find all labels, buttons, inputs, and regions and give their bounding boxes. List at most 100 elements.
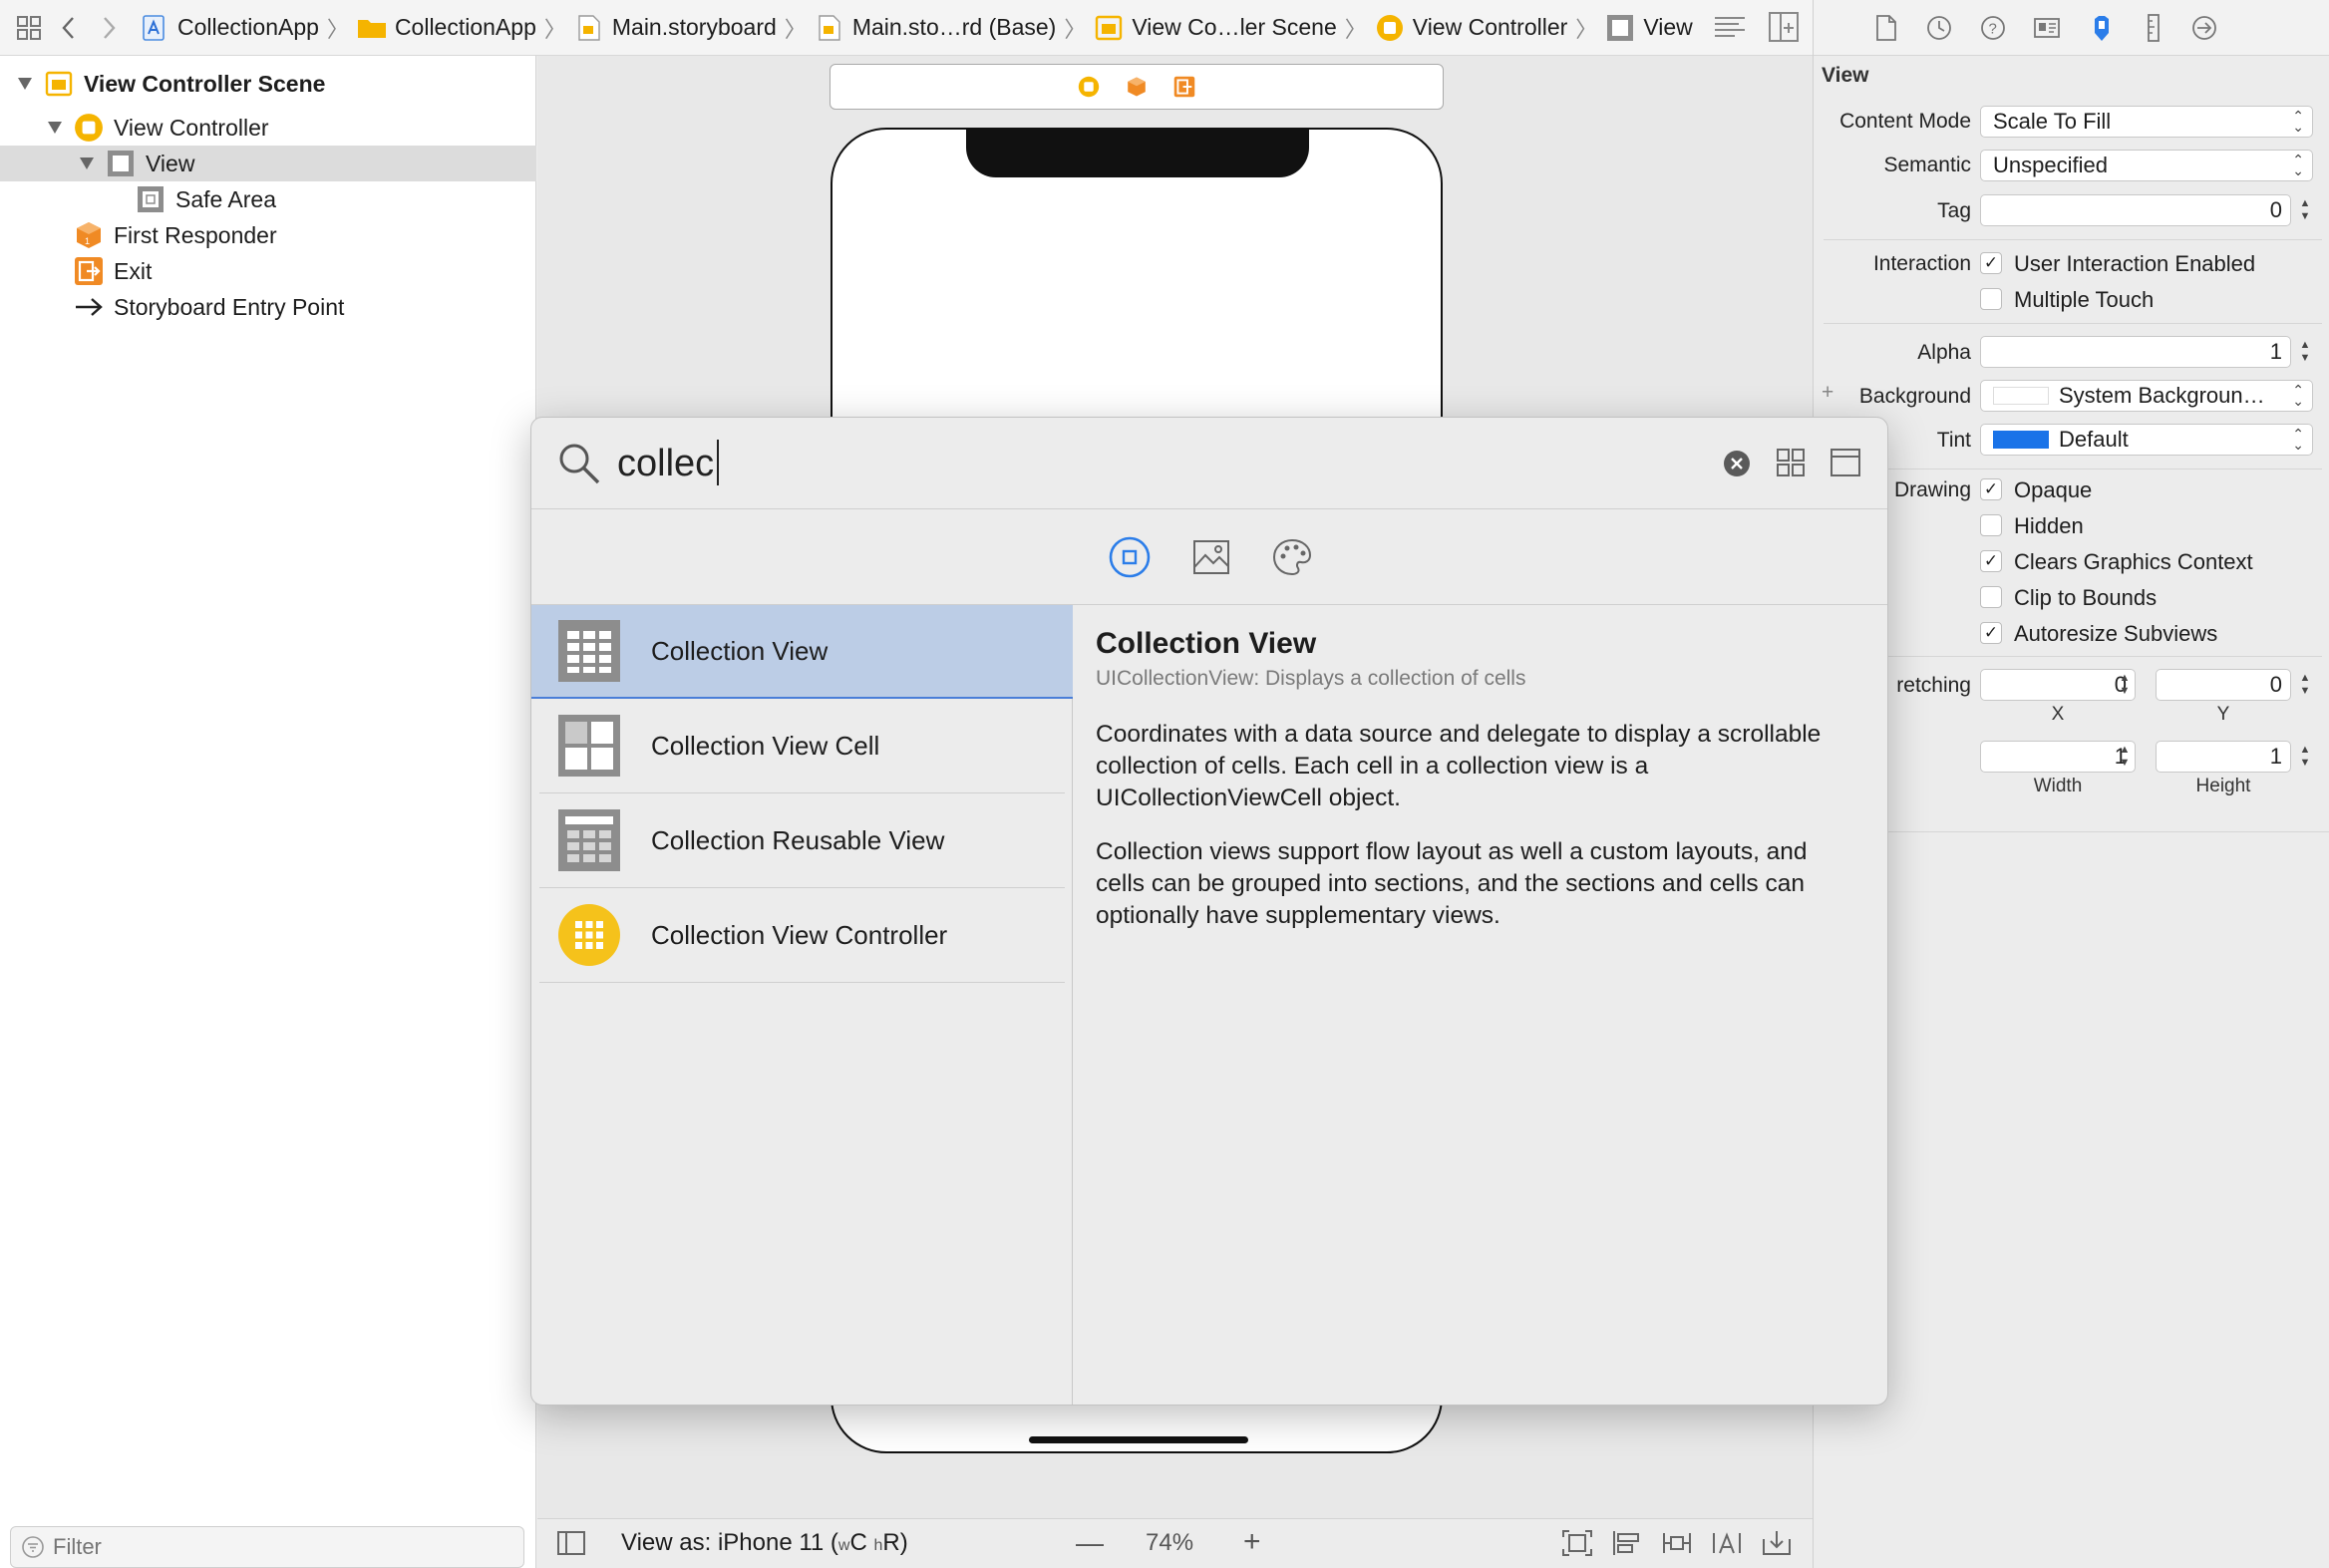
alpha-field[interactable]: 1: [1980, 336, 2291, 368]
editor-controls: [1713, 10, 1801, 44]
y-label: Y: [2216, 704, 2230, 725]
multiple-touch-checkbox[interactable]: [1980, 288, 2002, 310]
align-icon[interactable]: [1611, 1529, 1643, 1557]
tint-color-swatch: [1993, 431, 2049, 449]
content-mode-label: Content Mode: [1839, 110, 1971, 133]
objects-library-icon[interactable]: [1108, 535, 1152, 579]
stretch-height-stepper[interactable]: ▲ ▼: [2296, 740, 2314, 774]
zoom-in-button[interactable]: +: [1243, 1525, 1261, 1559]
outline-item-storyboard-entry-point[interactable]: Storyboard Entry Point: [0, 289, 536, 325]
background-select[interactable]: System Backgroun… ⌃ ⌄: [1980, 380, 2313, 412]
breadcrumb-item-scene[interactable]: View Co…ler Scene 〉: [1094, 0, 1374, 56]
breadcrumb-item-folder[interactable]: CollectionApp 〉: [357, 0, 574, 56]
outline-item-view-controller[interactable]: View Controller: [0, 110, 536, 146]
editor-options-icon[interactable]: [1713, 10, 1747, 44]
stretch-width-field[interactable]: 1: [1980, 741, 2136, 773]
quick-help-icon[interactable]: ?: [1979, 14, 2007, 42]
identity-inspector-icon[interactable]: [2033, 14, 2061, 42]
library-item-collection-view[interactable]: Collection View: [531, 605, 1073, 699]
xcode-project-icon: [140, 13, 169, 43]
add-constraints-icon[interactable]: [1661, 1529, 1693, 1557]
first-responder-icon: 1: [74, 220, 104, 250]
clears-graphics-checkbox[interactable]: ✓: [1980, 550, 2002, 572]
stretch-y-stepper[interactable]: ▲ ▼: [2296, 668, 2314, 702]
library-item-collection-view-controller[interactable]: Collection View Controller: [531, 888, 1073, 982]
stretch-x-field[interactable]: 0: [1980, 669, 2136, 701]
breadcrumb-item-storyboard-base[interactable]: Main.sto…rd (Base) 〉: [815, 0, 1095, 56]
outline-item-exit[interactable]: Exit: [0, 253, 536, 289]
grid-view-icon[interactable]: [1776, 448, 1806, 477]
opaque-checkbox[interactable]: ✓: [1980, 478, 2002, 500]
outline-item-view-controller-scene[interactable]: View Controller Scene: [0, 66, 536, 102]
library-category-tabs: [531, 509, 1887, 605]
filter-input[interactable]: [53, 1534, 492, 1560]
update-frames-icon[interactable]: [1561, 1529, 1593, 1557]
section-divider: [1824, 469, 2322, 470]
hidden-checkbox[interactable]: [1980, 514, 2002, 536]
svg-text:1: 1: [85, 236, 90, 246]
breadcrumb-item-view-controller[interactable]: View Controller 〉: [1375, 0, 1606, 56]
attributes-inspector: ? View Content Mode Scale To Fill ⌃ ⌄ Sem…: [1813, 0, 2329, 1568]
disclosure-triangle-icon[interactable]: [14, 73, 36, 95]
breadcrumb-item-view[interactable]: View: [1605, 0, 1693, 56]
scene-dock[interactable]: [830, 64, 1444, 110]
section-divider: [1814, 831, 2329, 832]
view-controller-icon: [74, 113, 104, 143]
attributes-inspector-icon[interactable]: [2087, 13, 2117, 43]
filter-icon: [21, 1535, 45, 1559]
stretch-width-stepper[interactable]: ▲ ▼: [2116, 740, 2134, 774]
detail-class-summary: UICollectionView: Displays a collection …: [1096, 667, 1526, 690]
history-inspector-icon[interactable]: [1925, 14, 1953, 42]
first-responder-icon[interactable]: [1126, 76, 1148, 98]
resolve-issues-icon[interactable]: [1711, 1529, 1743, 1557]
breadcrumb-separator: 〉: [1575, 16, 1598, 42]
library-search-bar: [531, 418, 1887, 509]
content-mode-select[interactable]: Scale To Fill ⌃ ⌄: [1980, 106, 2313, 138]
tag-field[interactable]: 0: [1980, 194, 2291, 226]
list-separator: [539, 982, 1065, 983]
file-inspector-icon[interactable]: [1873, 14, 1899, 42]
size-inspector-icon[interactable]: [2143, 13, 2164, 43]
related-items-icon[interactable]: [12, 11, 46, 45]
breadcrumb-item-storyboard[interactable]: Main.storyboard 〉: [574, 0, 815, 56]
exit-icon[interactable]: [1173, 76, 1195, 98]
multiple-touch-label: Multiple Touch: [2014, 287, 2155, 312]
view-controller-icon[interactable]: [1078, 76, 1100, 98]
user-interaction-checkbox[interactable]: ✓: [1980, 252, 2002, 274]
clear-search-icon[interactable]: [1723, 450, 1751, 477]
media-library-icon[interactable]: [1191, 537, 1231, 577]
tag-stepper[interactable]: ▲ ▼: [2296, 193, 2314, 227]
view-controller-icon: [1375, 13, 1405, 43]
collection-reusable-view-icon: [557, 808, 621, 872]
outline-item-first-responder[interactable]: 1 First Responder: [0, 217, 536, 253]
back-chevron-icon[interactable]: [52, 11, 86, 45]
clip-to-bounds-checkbox[interactable]: [1980, 586, 2002, 608]
forward-chevron-icon[interactable]: [92, 11, 126, 45]
disclosure-triangle-icon[interactable]: [44, 117, 66, 139]
outline-item-safe-area[interactable]: Safe Area: [0, 181, 536, 217]
autoresize-checkbox[interactable]: ✓: [1980, 622, 2002, 644]
disclosure-triangle-icon[interactable]: [76, 153, 98, 174]
stretch-x-stepper[interactable]: ▲ ▼: [2116, 668, 2134, 702]
color-library-icon[interactable]: [1271, 537, 1313, 577]
tint-select[interactable]: Default ⌃ ⌄: [1980, 424, 2313, 456]
library-item-collection-view-cell[interactable]: Collection View Cell: [531, 699, 1073, 792]
library-item-collection-reusable-view[interactable]: Collection Reusable View: [531, 793, 1073, 887]
add-editor-icon[interactable]: [1767, 10, 1801, 44]
semantic-select[interactable]: Unspecified ⌃ ⌄: [1980, 150, 2313, 181]
stretch-height-field[interactable]: 1: [2156, 741, 2291, 773]
zoom-out-button[interactable]: —: [1076, 1527, 1104, 1559]
connections-inspector-icon[interactable]: [2190, 14, 2218, 42]
embed-in-icon[interactable]: [1761, 1529, 1793, 1557]
opaque-label: Opaque: [2014, 477, 2093, 502]
breadcrumb-item-project[interactable]: CollectionApp 〉: [140, 0, 357, 56]
section-divider: [1824, 323, 2322, 324]
toggle-outline-icon[interactable]: [557, 1531, 585, 1555]
detail-view-icon[interactable]: [1830, 448, 1861, 477]
library-search-input[interactable]: [617, 438, 1514, 489]
outline-item-view[interactable]: View: [0, 146, 536, 181]
detail-description-1: Coordinates with a data source and deleg…: [1096, 721, 1822, 811]
alpha-stepper[interactable]: ▲ ▼: [2296, 335, 2314, 369]
view-as-device-button[interactable]: View as: iPhone 11 (wC hR): [621, 1529, 908, 1557]
stretch-y-field[interactable]: 0: [2156, 669, 2291, 701]
